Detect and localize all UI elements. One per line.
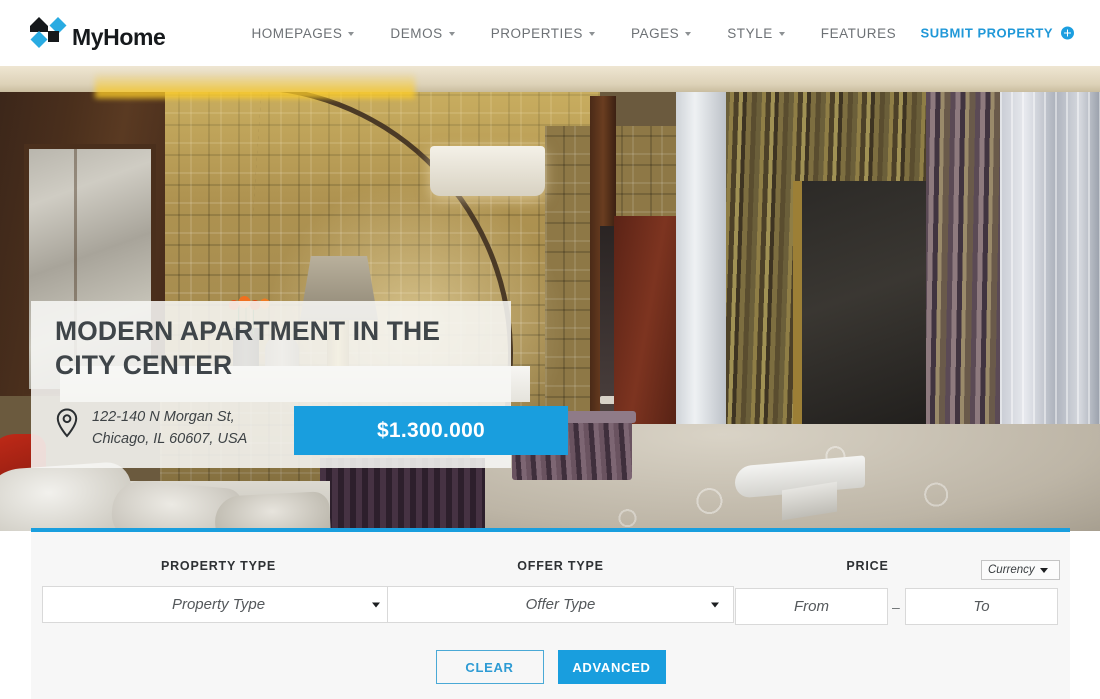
advanced-button[interactable]: ADVANCED [557,650,666,684]
property-type-value: Property Type [171,596,266,613]
currency-select[interactable]: Currency [981,560,1060,580]
primary-nav: HOMEPAGES DEMOS PROPERTIES PAGES STYLE F… [233,0,914,66]
price-to-placeholder: To [973,598,990,615]
nav-item-label: DEMOS [390,25,443,41]
field-price: PRICE [735,559,1000,573]
house-diamond-logo-icon [28,16,72,50]
page-title: MODERN APARTMENT IN THE CITY CENTER [55,316,441,380]
price-from-input[interactable]: From [735,588,888,625]
brand-name: MyHome [72,23,166,50]
chevron-down-icon [711,602,719,607]
nav-item-label: PAGES [630,25,680,41]
search-actions: CLEAR ADVANCED [31,650,1070,684]
field-property-type: PROPERTY TYPE Property Type [42,559,395,623]
price-range-separator: – [892,599,900,615]
property-type-select[interactable]: Property Type [42,586,395,623]
offer-type-select[interactable]: Offer Type [387,586,734,623]
hero-address: 122-140 N Morgan St, Chicago, IL 60607, … [92,409,248,448]
chevron-down-icon [588,32,595,36]
price-label: PRICE [846,559,889,573]
page-root: MyHome HOMEPAGES DEMOS PROPERTIES PAGES … [0,0,1100,699]
clear-button[interactable]: CLEAR [435,650,544,684]
nav-item-features[interactable]: FEATURES [803,0,914,66]
field-offer-type: OFFER TYPE Offer Type [387,559,734,623]
brand-logo[interactable]: MyHome [28,16,166,50]
nav-item-properties[interactable]: PROPERTIES [473,0,613,66]
price-from-placeholder: From [794,598,829,615]
nav-item-label: STYLE [727,25,773,41]
submit-property-button[interactable]: SUBMIT PROPERTY [921,26,1074,41]
hero-price-badge: $1.300.000 [294,406,568,455]
property-type-label: PROPERTY TYPE [160,559,277,573]
nav-item-pages[interactable]: PAGES [613,0,709,66]
submit-property-label: SUBMIT PROPERTY [920,25,1053,41]
hero-location: 122-140 N Morgan St, Chicago, IL 60607, … [55,406,247,451]
chevron-down-icon [448,32,455,36]
chevron-down-icon [372,602,380,607]
nav-item-style[interactable]: STYLE [709,0,803,66]
map-pin-icon [55,408,79,443]
nav-item-label: FEATURES [820,25,897,41]
currency-label: Currency [988,564,1035,576]
offer-type-label: OFFER TYPE [517,559,604,573]
plus-circle-icon [1061,26,1074,40]
nav-item-homepages[interactable]: HOMEPAGES [233,0,372,66]
nav-item-label: PROPERTIES [490,25,583,41]
nav-item-label: HOMEPAGES [251,25,343,41]
chevron-down-icon [685,32,692,36]
offer-type-value: Offer Type [525,596,596,613]
price-to-input[interactable]: To [905,588,1058,625]
nav-item-demos[interactable]: DEMOS [372,0,472,66]
property-search-panel: PROPERTY TYPE Property Type OFFER TYPE O… [31,528,1070,699]
site-header: MyHome HOMEPAGES DEMOS PROPERTIES PAGES … [0,0,1100,66]
chevron-down-icon [778,32,785,36]
chevron-down-icon [348,32,355,36]
chevron-down-icon [1039,567,1048,573]
